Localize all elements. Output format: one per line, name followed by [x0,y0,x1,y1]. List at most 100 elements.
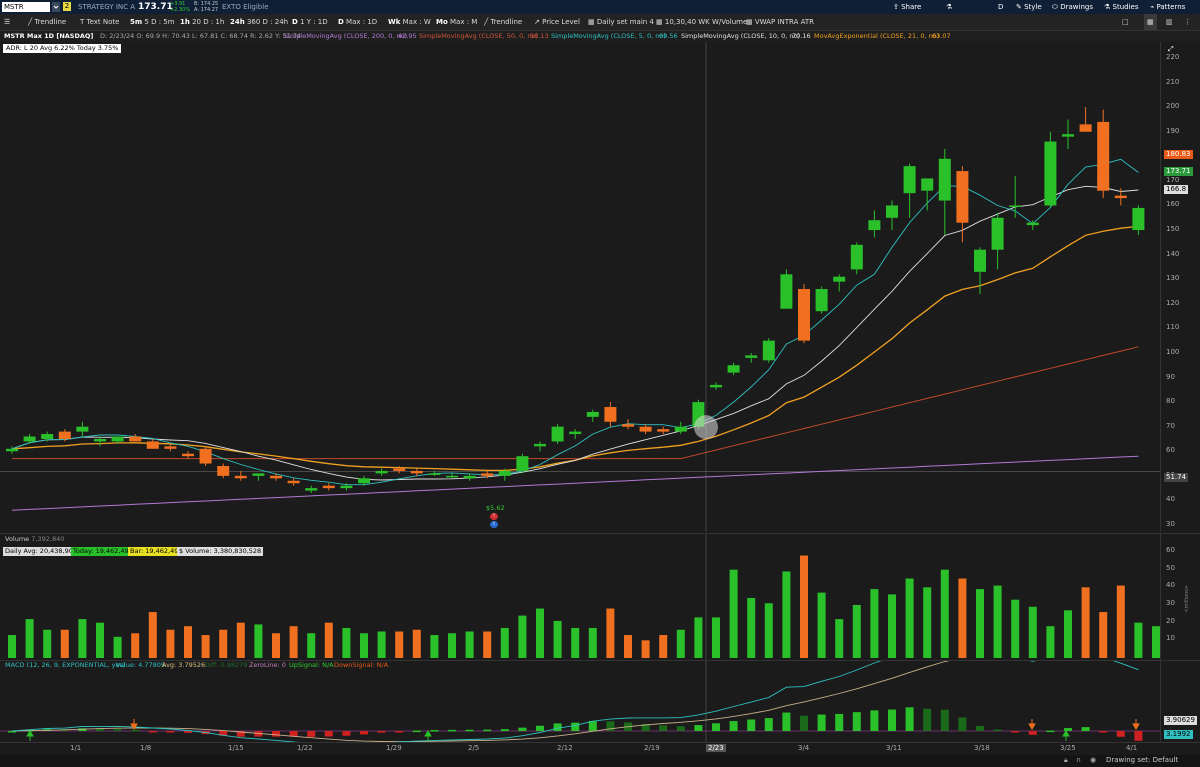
price-tick: 110 [1166,323,1180,332]
candle-body [270,475,282,479]
volume-bar [518,615,527,658]
style-label: Style [1024,3,1042,11]
text-note-tool[interactable]: T Text Note [80,14,119,30]
preset-max-w[interactable]: Wk Max : W [388,14,431,30]
trendline-tool[interactable]: ╱ Trendline [28,14,66,30]
macd-histogram-bar [448,729,456,732]
price-box-white: 166.8 [1164,185,1189,194]
up-signal-arrow-icon [1062,730,1070,741]
price-level-tool[interactable]: ↗ Price Level [534,14,580,30]
macd-chart[interactable] [0,639,1160,746]
candle-body [322,485,335,489]
macd-histogram-bar [1134,731,1143,741]
chevron-down-icon[interactable] [52,2,60,12]
candle-body [604,407,617,422]
macd-histogram-bar [536,725,544,731]
time-tick: 3/4 [798,744,810,752]
macd-diff: Diff: 0.98279 [205,661,248,669]
candle-body [23,436,36,442]
study-set-weekly[interactable]: ▦ 10,30,40 WK W/Volume [656,14,747,30]
studies-label: Studies [1112,3,1139,11]
event-red-icon[interactable]: ! [490,513,498,520]
symbol-input[interactable]: MSTR [2,2,50,12]
candle-body [41,434,54,439]
single-layout-icon[interactable]: □ [1122,14,1129,30]
text-icon: T [80,18,85,26]
price-panel[interactable] [0,42,1160,532]
share-button[interactable]: ⇪ Share [893,0,921,14]
link-badge[interactable]: 2 [63,2,71,11]
macd-histogram-bar [747,719,756,731]
candle-body [798,289,810,341]
preset-24h[interactable]: 24h 360 D : 24h [230,14,288,30]
preset-max-m[interactable]: Mo Max : M [436,14,477,30]
candle-body [111,436,124,442]
volume-bar [430,635,439,658]
adr-label: ADR: L 20 Avg 6.22% Today 3.75% [3,44,122,53]
candle-body [657,429,670,432]
preset-5m[interactable]: 5m 5 D : 5m [130,14,175,30]
candle-body [1097,121,1110,191]
time-tick: 2/19 [644,744,660,752]
volume-bar [641,640,650,658]
grid-icon: ▦ [746,18,753,26]
time-tick: 1/15 [228,744,244,752]
studies-button[interactable]: ⚗ Studies [1104,0,1138,14]
candle-body [1062,134,1074,137]
candle-body [551,426,564,442]
aggregation-button[interactable]: D [998,0,1003,14]
ema21-value: 63.07 [932,32,951,40]
macd-panel[interactable] [0,639,1160,746]
volume-bar [184,626,192,658]
drawings-button[interactable]: ⬭ Drawings [1052,0,1093,14]
sma10-label[interactable]: SimpleMovingAvg (CLOSE, 10, 0, no) [681,31,800,42]
study-set-daily[interactable]: ▦ Daily set main 4 [588,14,654,30]
price-tick: 190 [1166,126,1180,135]
event-blue-icon[interactable]: i [490,521,498,528]
patterns-button[interactable]: ⌁ Patterns [1150,0,1185,14]
volume-bar [976,589,984,658]
lab-flask-icon[interactable]: ⚗ [946,0,952,14]
macd-label[interactable]: MACD (12, 26, 9, EXPONENTIAL, yes) [3,661,127,670]
price-axis[interactable] [1160,42,1200,532]
time-axis[interactable] [0,742,1200,755]
volume-bar [1116,585,1125,658]
trendline-tool-2[interactable]: ╱ Trendline [484,14,522,30]
preset-max-d[interactable]: D Max : 1D [338,14,377,30]
ema21-label[interactable]: MovAvgExponential (CLOSE, 21, 0, no) [814,31,939,42]
price-chart[interactable] [0,42,1160,532]
sma200-value: 42.95 [398,32,417,40]
eye-icon[interactable]: ◉ [1090,756,1096,764]
sma5-label[interactable]: SimpleMovingAvg (CLOSE, 5, 0, no) [551,31,666,42]
price-tick: 90 [1166,372,1175,381]
grid-layout-icon[interactable]: ▦ [1144,14,1157,30]
lock-icon[interactable]: 🔒︎ [1064,756,1068,765]
split-layout-icon[interactable]: ▥ [1166,14,1173,30]
volume-bar [500,627,509,658]
preset-1h[interactable]: 1h 20 D : 1h [180,14,224,30]
candle-body [586,411,599,417]
top-bar: MSTR 2 STRATEGY INC A 173.71 +3.91 +2.30… [0,0,1200,14]
candle-body [1079,124,1092,132]
candle-body [410,470,423,474]
sma50-label[interactable]: SimpleMovingAvg (CLOSE, 50, 0, no) [419,31,538,42]
last-price: 173.71 [138,2,173,12]
time-tick: 2/12 [557,744,573,752]
style-button[interactable]: ✎ Style [1016,0,1042,14]
candle-body [974,249,986,272]
volume-bar [1134,622,1143,658]
sma200-label[interactable]: SimpleMovingAvg (CLOSE, 200, 0, no) [284,31,407,42]
preset-1y[interactable]: D 1 Y : 1D [292,14,328,30]
price-tick: 80 [1166,397,1175,406]
candle-body [868,220,881,231]
volume-bar [747,597,756,658]
price-tick: 140 [1166,249,1180,258]
drawing-set-label[interactable]: Drawing set: Default [1106,756,1178,764]
menu-icon[interactable]: ☰ [4,14,10,30]
study-set-vwap[interactable]: ▦ VWAP INTRA ATR [746,14,814,30]
candle-body [886,205,898,218]
volume-tick: 20 [1166,616,1175,625]
magnet-icon[interactable]: ∩ [1076,756,1081,764]
more-icon[interactable]: ⋮ [1184,14,1191,30]
volume-bar [588,627,597,658]
